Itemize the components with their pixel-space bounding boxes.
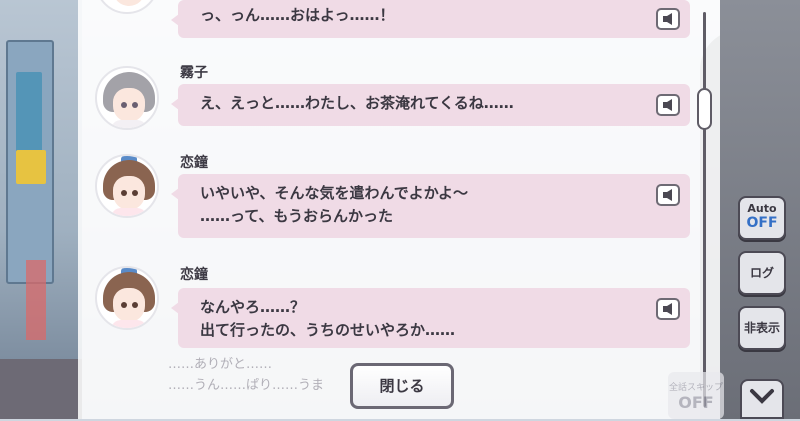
dialogue-line: っ、っん……おはよっ……！	[200, 6, 395, 24]
dialogue-line: ……って、もうおらんかった	[200, 207, 394, 225]
log-button-label: ログ	[749, 266, 774, 280]
skip-label-text: 全話スキップ	[668, 383, 723, 393]
auto-toggle-button[interactable]: Auto OFF	[738, 196, 786, 240]
dialogue-bubble: なんやろ……？ 出て行ったの、うちのせいやろか……	[171, 288, 690, 348]
skip-state-text: OFF	[678, 393, 714, 412]
chevron-down-icon	[750, 389, 774, 404]
speaker-icon	[663, 13, 672, 25]
background-dialogue-text: ……ありがと……	[168, 357, 273, 372]
dialogue-log-panel[interactable]: っ、っん……おはよっ……！ 霧子 え、えっと……わたし、お茶淹れてくるね…… 恋…	[78, 0, 720, 419]
background-skip-label: 全話スキップ OFF	[668, 372, 724, 419]
dialogue-bubble: いやいや、そんな気を遣わんでよかよ～ ……って、もうおらんかった	[171, 174, 690, 238]
speaker-icon	[663, 303, 672, 315]
speaker-name: 恋鐘	[180, 155, 208, 171]
speaker-icon	[663, 189, 672, 201]
character-avatar	[95, 266, 159, 330]
background-sign	[16, 150, 46, 184]
scroll-down-button[interactable]	[740, 379, 784, 419]
dialogue-bubble: え、えっと……わたし、お茶淹れてくるね……	[171, 84, 690, 126]
auto-label: Auto	[747, 202, 777, 215]
voice-replay-button[interactable]	[656, 184, 680, 206]
scrollbar-track[interactable]	[703, 12, 706, 407]
voice-replay-button[interactable]	[656, 94, 680, 116]
dialogue-line: え、えっと……わたし、お茶淹れてくるね……	[200, 94, 514, 112]
voice-replay-button[interactable]	[656, 8, 680, 30]
log-button[interactable]: ログ	[738, 251, 786, 295]
hide-button-label: 非表示	[743, 321, 780, 335]
character-avatar	[95, 66, 159, 130]
speaker-name: 恋鐘	[180, 267, 208, 283]
scrollbar-thumb[interactable]	[697, 88, 712, 130]
hide-ui-button[interactable]: 非表示	[738, 306, 786, 350]
log-entry: 恋鐘 いやいや、そんな気を遣わんでよかよ～ ……って、もうおらんかった	[78, 150, 698, 260]
speaker-name: 霧子	[180, 65, 208, 81]
close-button[interactable]: 閉じる	[350, 363, 454, 409]
auto-state: OFF	[746, 215, 778, 231]
dialogue-line: 出て行ったの、うちのせいやろか……	[200, 321, 456, 339]
dialogue-line: いやいや、そんな気を遣わんでよかよ～	[200, 184, 469, 202]
voice-replay-button[interactable]	[656, 298, 680, 320]
character-avatar	[95, 154, 159, 218]
dialogue-line: なんやろ……？	[200, 298, 306, 316]
background-poster	[26, 260, 46, 340]
speaker-icon	[663, 99, 672, 111]
background-floor	[0, 359, 82, 419]
background-dialogue-text: ……うん……ぱり……うま	[168, 378, 325, 393]
log-entry: っ、っん……おはよっ……！	[78, 0, 698, 50]
dialogue-bubble: っ、っん……おはよっ……！	[171, 0, 690, 38]
character-avatar	[95, 0, 159, 14]
